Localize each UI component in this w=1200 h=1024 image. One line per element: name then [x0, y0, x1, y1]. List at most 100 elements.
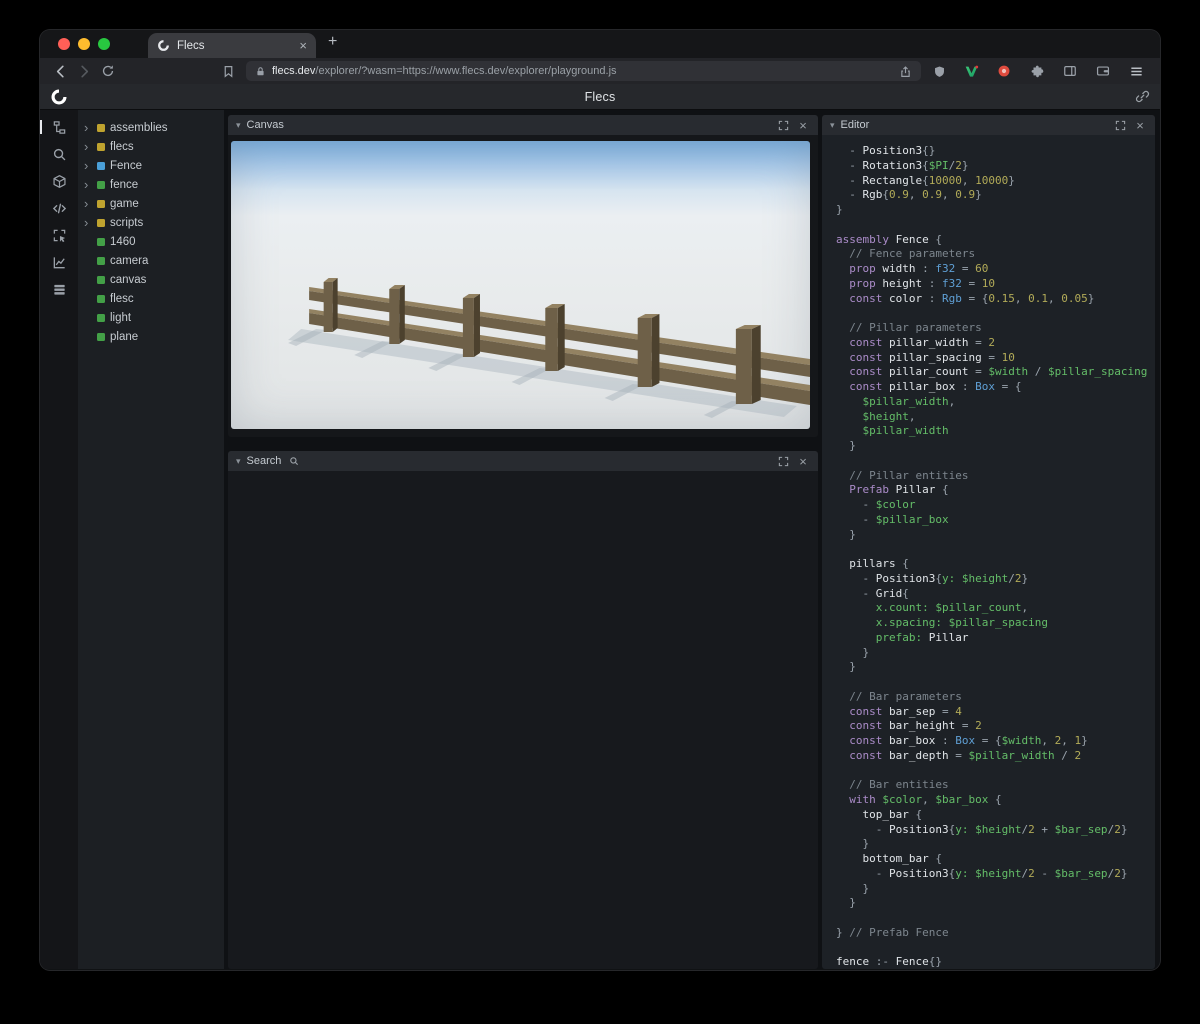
app-body: ›assemblies›flecs›Fence›fence›game›scrip…: [40, 110, 1160, 969]
expand-icon: [778, 120, 789, 131]
extension-red-button[interactable]: [992, 60, 1016, 82]
flecs-logo: [50, 88, 68, 106]
tree-item-label: camera: [110, 255, 148, 267]
url-bar[interactable]: flecs.dev/explorer/?wasm=https://www.fle…: [246, 61, 921, 81]
bookmark-icon: [222, 65, 235, 78]
tree-item-label: Fence: [110, 160, 142, 172]
sidebar-toggle-button[interactable]: [1058, 60, 1082, 82]
search-panel-header: ▾ Search ×: [228, 451, 818, 471]
shield-icon: [933, 65, 946, 78]
expand-icon: [778, 456, 789, 467]
new-tab-button[interactable]: +: [316, 33, 349, 55]
tree-item-label: flesc: [110, 293, 134, 305]
minimize-window-button[interactable]: [78, 38, 90, 50]
url-domain: flecs.dev: [272, 65, 315, 77]
canvas-3d-viewport[interactable]: [231, 141, 810, 429]
tree-item-canvas[interactable]: canvas: [78, 270, 224, 289]
page-title: Flecs: [40, 90, 1160, 104]
tree-item-camera[interactable]: camera: [78, 251, 224, 270]
collapse-chevron-icon[interactable]: ▾: [236, 120, 241, 131]
tree-list: ›assemblies›flecs›Fence›fence›game›scrip…: [78, 118, 224, 346]
inspect-icon[interactable]: [51, 227, 67, 243]
active-tool-indicator: [40, 120, 42, 134]
tree-item-label: scripts: [110, 217, 143, 229]
tree-item-assemblies[interactable]: › assemblies: [78, 118, 224, 137]
entity-color-dot: [97, 200, 105, 208]
tool-rail: [40, 110, 78, 969]
extensions-button[interactable]: [1025, 60, 1049, 82]
collapse-chevron-icon[interactable]: ▾: [830, 120, 835, 131]
tree-item-scripts[interactable]: › scripts: [78, 213, 224, 232]
entity-color-dot: [97, 257, 105, 265]
close-window-button[interactable]: [58, 38, 70, 50]
canvas-panel-title: Canvas: [247, 119, 284, 131]
tab-close-icon[interactable]: ×: [299, 39, 307, 52]
share-link-button[interactable]: [1135, 89, 1150, 104]
tree-item-plane[interactable]: plane: [78, 327, 224, 346]
entity-tree-panel: ›assemblies›flecs›Fence›fence›game›scrip…: [78, 110, 224, 969]
search-icon[interactable]: [51, 146, 67, 162]
entity-color-dot: [97, 219, 105, 227]
zoom-window-button[interactable]: [98, 38, 110, 50]
expand-chevron-icon[interactable]: ›: [84, 178, 92, 191]
expand-chevron-icon[interactable]: ›: [84, 216, 92, 229]
tree-item-game[interactable]: ›game: [78, 194, 224, 213]
back-button[interactable]: [48, 60, 72, 82]
tree-item-1460[interactable]: 1460: [78, 232, 224, 251]
entity-color-dot: [97, 276, 105, 284]
reload-button[interactable]: [96, 60, 120, 82]
tree-item-fence[interactable]: ›fence: [78, 175, 224, 194]
tree-icon[interactable]: [51, 119, 67, 135]
tab-title: Flecs: [177, 40, 292, 52]
shield-button[interactable]: [927, 60, 951, 82]
entity-color-dot: [97, 333, 105, 341]
browser-tab[interactable]: Flecs ×: [148, 33, 316, 58]
canvas-panel: ▾ Canvas ×: [228, 115, 818, 437]
collapse-chevron-icon[interactable]: ▾: [236, 456, 241, 467]
url-path: /explorer/?wasm=https://www.flecs.dev/ex…: [315, 65, 616, 77]
wallet-icon: [1096, 64, 1110, 78]
code-icon[interactable]: [51, 200, 67, 216]
expand-chevron-icon[interactable]: ›: [84, 159, 92, 172]
wallet-button[interactable]: [1091, 60, 1115, 82]
expand-chevron-icon[interactable]: ›: [84, 197, 92, 210]
tree-item-Fence[interactable]: › Fence: [78, 156, 224, 175]
forward-button[interactable]: [72, 60, 96, 82]
tree-item-label: assemblies: [110, 122, 168, 134]
tree-item-label: 1460: [110, 236, 136, 248]
search-panel-title: Search: [247, 455, 282, 467]
close-panel-button[interactable]: ×: [796, 455, 810, 468]
share-button[interactable]: [899, 65, 912, 78]
navigation-bar: flecs.dev/explorer/?wasm=https://www.fle…: [40, 58, 1160, 84]
hamburger-menu-icon: [1129, 64, 1144, 79]
bookmark-button[interactable]: [216, 60, 240, 82]
code-editor[interactable]: - Position3{} - Rotation3{$PI/2} - Recta…: [822, 135, 1155, 969]
search-panel: ▾ Search ×: [228, 451, 818, 969]
entity-color-dot: [97, 314, 105, 322]
tree-item-light[interactable]: light: [78, 308, 224, 327]
menu-button[interactable]: [1124, 60, 1148, 82]
tree-item-flecs[interactable]: ›flecs: [78, 137, 224, 156]
expand-panel-button[interactable]: [776, 456, 790, 467]
red-circle-extension-icon: [997, 64, 1011, 78]
close-panel-button[interactable]: ×: [1133, 119, 1147, 132]
window-controls: [40, 38, 122, 50]
chart-icon[interactable]: [51, 254, 67, 270]
editor-panel-title: Editor: [841, 119, 870, 131]
extension-v-button[interactable]: [959, 60, 983, 82]
cube-icon[interactable]: [51, 173, 67, 189]
expand-panel-button[interactable]: [776, 120, 790, 131]
stats-icon[interactable]: [51, 281, 67, 297]
back-icon: [53, 64, 68, 79]
close-panel-button[interactable]: ×: [796, 119, 810, 132]
search-results-area[interactable]: [228, 471, 818, 969]
entity-color-dot: [97, 295, 105, 303]
tree-item-label: light: [110, 312, 131, 324]
code-content: - Position3{} - Rotation3{$PI/2} - Recta…: [836, 144, 1155, 969]
expand-chevron-icon[interactable]: ›: [84, 140, 92, 153]
expand-chevron-icon[interactable]: ›: [84, 121, 92, 134]
v-extension-icon: [964, 64, 979, 79]
expand-panel-button[interactable]: [1113, 120, 1127, 131]
tree-item-flesc[interactable]: flesc: [78, 289, 224, 308]
reload-icon: [101, 64, 115, 78]
